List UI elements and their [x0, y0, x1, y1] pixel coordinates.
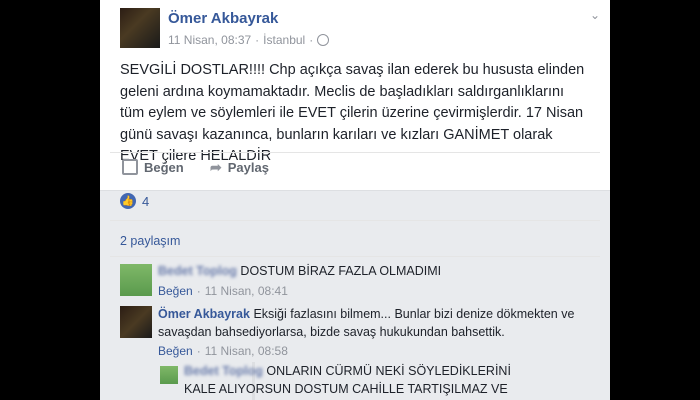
thumbs-up-icon	[122, 159, 138, 175]
comment-actions: Beğen · 11 Nisan, 08:41	[158, 284, 288, 298]
divider	[110, 220, 600, 221]
like-count: 4	[142, 193, 150, 209]
comment-separator: ·	[196, 284, 201, 298]
globe-icon[interactable]	[317, 34, 330, 46]
reply-author-name[interactable]: Bedet Toplog	[184, 364, 263, 378]
commenter-avatar[interactable]	[120, 306, 152, 338]
post-author-name[interactable]: Ömer Akbayrak	[168, 10, 278, 27]
share-label: Paylaş	[227, 160, 269, 175]
commenter-avatar[interactable]	[120, 264, 152, 296]
comment-text: DOSTUM BİRAZ FAZLA OLMADIMI	[240, 264, 442, 278]
comment-body: Bedet Toplog DOSTUM BİRAZ FAZLA OLMADIMI	[158, 262, 598, 280]
comment-like-button[interactable]: Beğen	[158, 344, 193, 358]
share-button[interactable]: ➦ Paylaş	[210, 159, 269, 176]
reply-avatar[interactable]	[160, 366, 178, 384]
like-button[interactable]: Beğen	[122, 159, 184, 175]
meta-separator-2: ·	[309, 33, 314, 47]
comment-separator: ·	[196, 344, 201, 358]
like-label: Beğen	[144, 159, 184, 175]
thumbs-up-icon: 👍	[120, 193, 136, 209]
share-arrow-icon: ➦	[210, 159, 222, 175]
post-meta: 11 Nisan, 08:37 · İstanbul ·	[168, 33, 330, 47]
author-avatar[interactable]	[120, 8, 160, 48]
comment-like-button[interactable]: Beğen	[158, 284, 193, 298]
divider	[110, 256, 600, 257]
post-card: ⌄ Ömer Akbayrak 11 Nisan, 08:37 · İstanb…	[100, 0, 610, 191]
comment-actions: Beğen · 11 Nisan, 08:58	[158, 344, 288, 358]
comment-body: Ömer Akbayrak Eksiği fazlasını bilmem...…	[158, 305, 598, 341]
meta-separator: ·	[255, 33, 260, 47]
chevron-down-icon[interactable]: ⌄	[590, 8, 600, 22]
post-location[interactable]: İstanbul	[263, 33, 305, 47]
post-date[interactable]: 11 Nisan, 08:37	[168, 33, 251, 47]
divider	[110, 152, 600, 153]
reply-body: Bedet Toplog ONLARIN CÜRMÜ NEKİ SÖYLEDİK…	[184, 362, 534, 400]
commenter-name[interactable]: Bedet Toplog	[158, 264, 237, 278]
shares-link[interactable]: 2 paylaşım	[120, 234, 180, 248]
commenter-name[interactable]: Ömer Akbayrak	[158, 307, 250, 321]
comment-date[interactable]: 11 Nisan, 08:58	[205, 344, 288, 358]
likes-summary[interactable]: 👍 4	[120, 193, 149, 209]
facebook-post-panel: ⌄ Ömer Akbayrak 11 Nisan, 08:37 · İstanb…	[100, 0, 610, 400]
comment-date[interactable]: 11 Nisan, 08:41	[205, 284, 288, 298]
